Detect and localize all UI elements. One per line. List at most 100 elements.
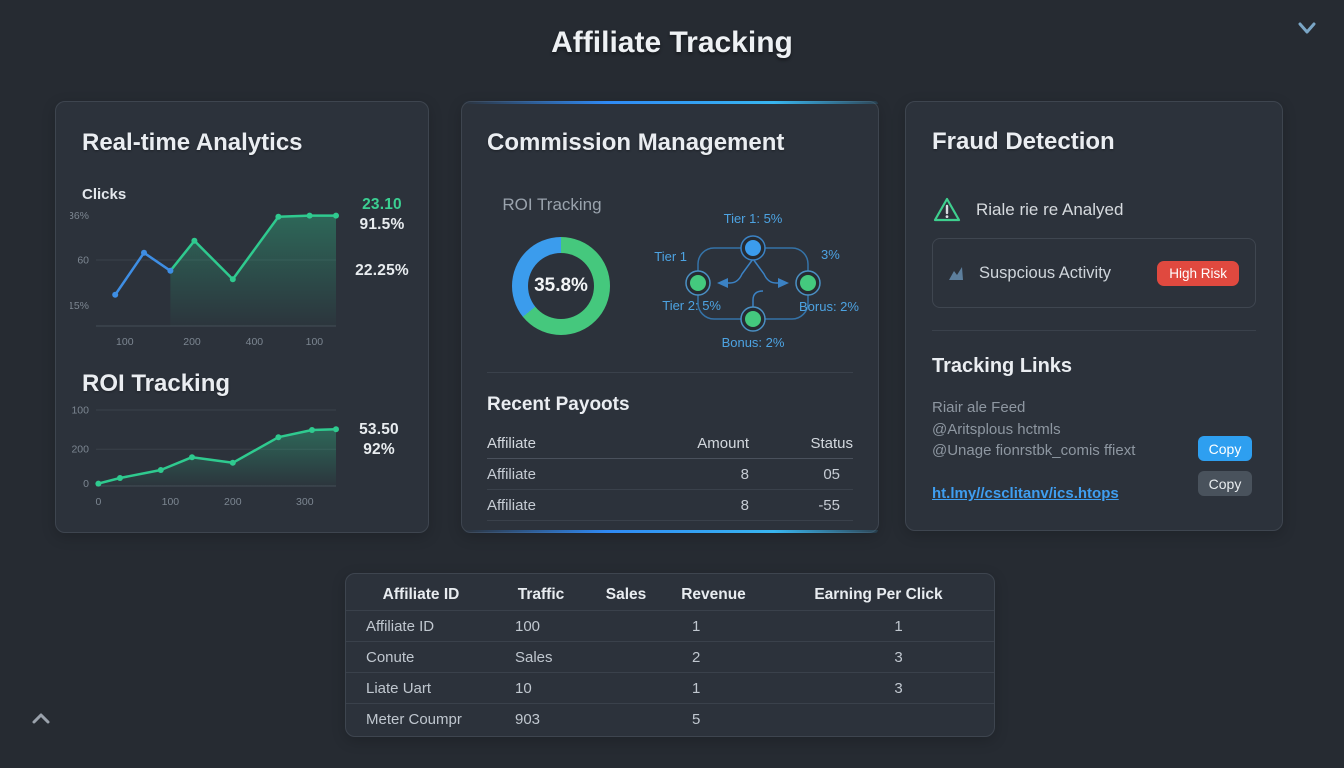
card-title: Fraud Detection (932, 128, 1115, 156)
affiliate-table-row: Liate Uart1013 (346, 672, 994, 703)
svg-text:100: 100 (306, 336, 324, 348)
bonus-right-label: Borus: 2% (799, 299, 859, 314)
page-title: Affiliate Tracking (0, 26, 1344, 60)
table-cell: 2 (666, 649, 761, 666)
chart-stat-value: 23.10 (362, 195, 402, 215)
table-cell: Meter Coumpr (346, 711, 496, 728)
affiliate-stats-table: Affiliate IDTrafficSalesRevenueEarning P… (345, 573, 995, 737)
payouts-cell: -55 (749, 497, 853, 514)
commission-management-card: Commission Management ROI Tracking 35.8%… (461, 101, 879, 533)
recent-payouts-table: AffiliateAmountStatusAffiliate805Affilia… (487, 428, 853, 521)
clicks-chart-stats: 23.1091.5% 22.25% (340, 195, 424, 281)
tier-right-node (800, 275, 816, 291)
chevron-up-icon[interactable] (29, 707, 53, 736)
payouts-row: Affiliate805 (487, 459, 853, 490)
roi-chart-stats: 53.5092% (337, 420, 421, 460)
roi-donut-chart: 35.8% (512, 237, 610, 335)
svg-text:400: 400 (246, 336, 264, 348)
roi-line-chart: 10020000100200300 (70, 400, 344, 519)
column-header: Sales (586, 586, 666, 604)
divider (487, 372, 853, 373)
affiliate-table-header-row: Affiliate IDTrafficSalesRevenueEarning P… (346, 579, 994, 610)
table-cell: 1 (666, 618, 761, 635)
warning-triangle-icon (932, 196, 962, 223)
chart-stat-value: 91.5% (360, 215, 405, 235)
high-risk-badge: High Risk (1157, 261, 1239, 286)
realtime-analytics-card: Real-time Analytics Clicks 36%6015%10020… (55, 101, 429, 533)
svg-text:15%: 15% (70, 300, 89, 312)
copy-button-primary[interactable]: Copy (1198, 436, 1252, 461)
arrow-left-icon (717, 278, 728, 288)
payouts-header-row: AffiliateAmountStatus (487, 428, 853, 459)
tier-left-node (690, 275, 706, 291)
chevron-down-icon[interactable] (1293, 14, 1321, 47)
recent-payouts-title: Recent Payoots (487, 394, 630, 416)
table-cell: Sales (496, 649, 586, 666)
table-cell: 903 (496, 711, 586, 728)
column-header: Affiliate ID (346, 586, 496, 604)
svg-text:200: 200 (183, 336, 201, 348)
tracking-links-list: Riair ale Feed@Aritsplous hctmls@Unage f… (932, 397, 1135, 462)
payouts-cell: Affiliate (487, 497, 649, 514)
tier1-label: Tier 1 (654, 249, 687, 264)
chart-stat-value: 92% (363, 440, 395, 460)
table-cell: 5 (666, 711, 761, 728)
payouts-row: Affiliate8-55 (487, 490, 853, 521)
column-header: Earning Per Click (761, 586, 996, 604)
donut-center-value: 35.8% (534, 275, 588, 297)
tracking-link-line: @Aritsplous hctmls (932, 419, 1135, 441)
table-cell: 1 (666, 680, 761, 697)
affiliate-table-row: Meter Coumpr903 5 (346, 703, 994, 734)
donut-hole: 35.8% (528, 253, 594, 319)
svg-text:200: 200 (71, 444, 89, 456)
table-cell: 3 (761, 649, 996, 666)
table-cell: Conute (346, 649, 496, 666)
copy-button-secondary[interactable]: Copy (1198, 471, 1252, 496)
payouts-cell: Affiliate (487, 466, 649, 483)
svg-text:36%: 36% (70, 210, 89, 222)
bonus-bottom-label: Bonus: 2% (722, 335, 785, 350)
bonus-node (745, 311, 761, 327)
svg-text:100: 100 (162, 496, 180, 508)
fraud-alert-row: Riale rie re Analyed (932, 196, 1123, 223)
payouts-cell: Affiliate (487, 435, 649, 452)
chart-stat-value: 53.50 (359, 420, 399, 440)
affiliate-table-row: Affiliate ID10011 (346, 610, 994, 641)
donut-chart-label: ROI Tracking (477, 195, 627, 215)
tracking-link-line: Riair ale Feed (932, 397, 1135, 419)
suspicious-activity-item[interactable]: Suspcious Activity High Risk (932, 238, 1256, 308)
payouts-cell: 8 (649, 466, 749, 483)
table-cell: 10 (496, 680, 586, 697)
svg-text:60: 60 (77, 255, 89, 267)
card-title: Real-time Analytics (82, 129, 303, 157)
payouts-cell: Status (749, 435, 853, 452)
tracking-link[interactable]: ht.lmy//csclitanv/ics.htops (932, 485, 1119, 502)
svg-text:100: 100 (71, 405, 89, 417)
svg-text:100: 100 (116, 336, 134, 348)
chart-stat-value: 22.25% (355, 261, 409, 281)
payouts-cell: Amount (649, 435, 749, 452)
affiliate-table-row: ConuteSales 23 (346, 641, 994, 672)
roi-chart-title: ROI Tracking (82, 370, 230, 398)
affiliate-tracking-dashboard: Affiliate Tracking Real-time Analytics C… (0, 0, 1344, 768)
svg-text:0: 0 (83, 478, 89, 490)
fraud-alert-text: Riale rie re Analyed (976, 200, 1123, 220)
commission-tier-diagram: Tier 1: 5% Tier 1 3% Tier 2: 5% Borus: 2… (641, 202, 891, 362)
svg-text:300: 300 (296, 496, 314, 508)
suspicious-activity-label: Suspcious Activity (979, 264, 1111, 283)
card-title: Commission Management (487, 129, 784, 157)
activity-chart-icon (949, 267, 964, 280)
tier1-node (745, 240, 761, 256)
table-cell: 100 (496, 618, 586, 635)
tracking-links-title: Tracking Links (932, 355, 1072, 378)
tracking-link-line: @Unage fionrstbk_comis ffiext (932, 440, 1135, 462)
column-header: Revenue (666, 586, 761, 604)
arrow-right-icon (778, 278, 789, 288)
column-header: Traffic (496, 586, 586, 604)
table-cell: Affiliate ID (346, 618, 496, 635)
tier2-rate-label: Tier 2: 5% (662, 298, 721, 313)
tier1-rate-label: Tier 1: 5% (724, 211, 783, 226)
svg-text:0: 0 (95, 496, 101, 508)
rate-3pct-label: 3% (821, 247, 840, 262)
divider (932, 330, 1256, 331)
